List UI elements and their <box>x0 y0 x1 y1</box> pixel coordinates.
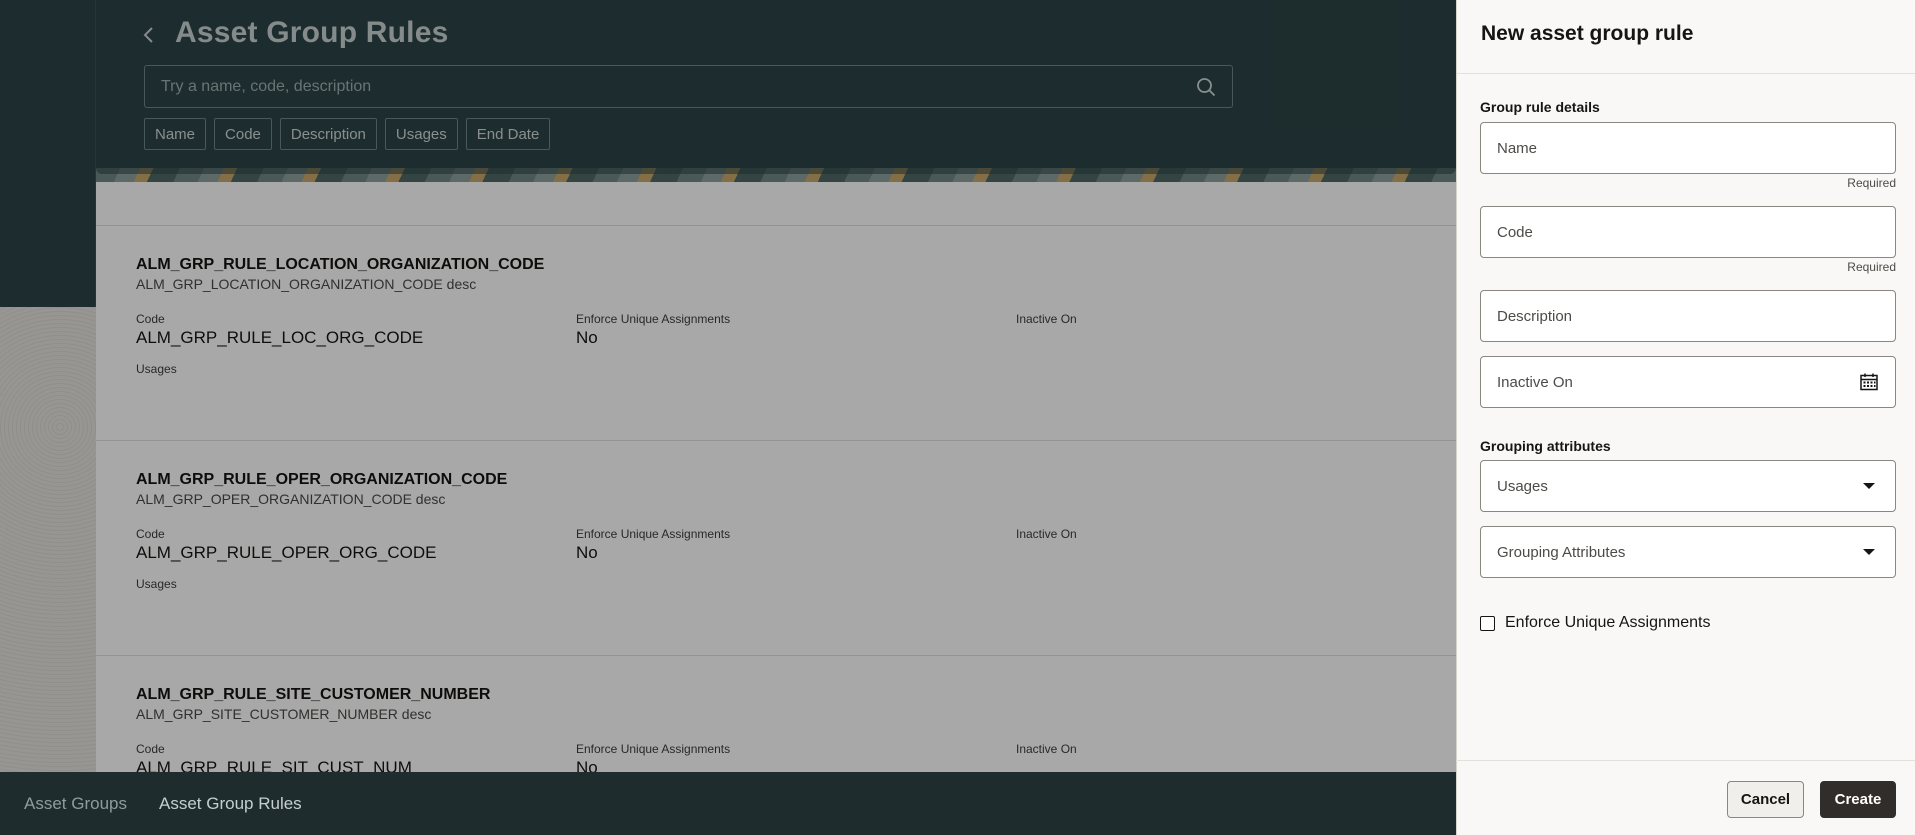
section-grouping-attributes: Grouping attributes <box>1480 438 1611 454</box>
bottom-nav: Asset Groups Asset Group Rules <box>0 772 1456 835</box>
name-field[interactable]: Name <box>1480 122 1896 174</box>
usages-select-label: Usages <box>1497 478 1548 495</box>
enforce-unique-label: Enforce Unique Assignments <box>1505 614 1711 631</box>
caret-down-icon <box>1863 549 1875 555</box>
drawer-title: New asset group rule <box>1481 22 1694 45</box>
calendar-icon[interactable] <box>1859 372 1879 392</box>
usages-select[interactable]: Usages <box>1480 460 1896 512</box>
grouping-attributes-select-label: Grouping Attributes <box>1497 544 1626 561</box>
nav-asset-group-rules[interactable]: Asset Group Rules <box>159 794 302 814</box>
code-field[interactable]: Code <box>1480 206 1896 258</box>
caret-down-icon <box>1863 483 1875 489</box>
enforce-unique-checkbox[interactable] <box>1480 615 1495 631</box>
code-required-hint: Required <box>1847 260 1896 274</box>
cancel-button[interactable]: Cancel <box>1727 781 1804 818</box>
modal-scrim[interactable] <box>0 0 1456 772</box>
description-field[interactable]: Description <box>1480 290 1896 342</box>
inactive-on-field-label: Inactive On <box>1497 374 1573 391</box>
drawer-header: New asset group rule <box>1457 0 1915 74</box>
enforce-unique-checkbox-row[interactable]: Enforce Unique Assignments <box>1480 614 1710 632</box>
name-required-hint: Required <box>1847 176 1896 190</box>
grouping-attributes-select[interactable]: Grouping Attributes <box>1480 526 1896 578</box>
inactive-on-field[interactable]: Inactive On <box>1480 356 1896 408</box>
name-field-label: Name <box>1497 140 1538 157</box>
nav-asset-groups[interactable]: Asset Groups <box>24 794 127 814</box>
section-group-rule-details: Group rule details <box>1480 99 1600 115</box>
drawer-footer: Cancel Create <box>1456 760 1915 835</box>
description-field-label: Description <box>1497 308 1573 325</box>
create-button[interactable]: Create <box>1820 781 1896 818</box>
code-field-label: Code <box>1497 224 1533 241</box>
